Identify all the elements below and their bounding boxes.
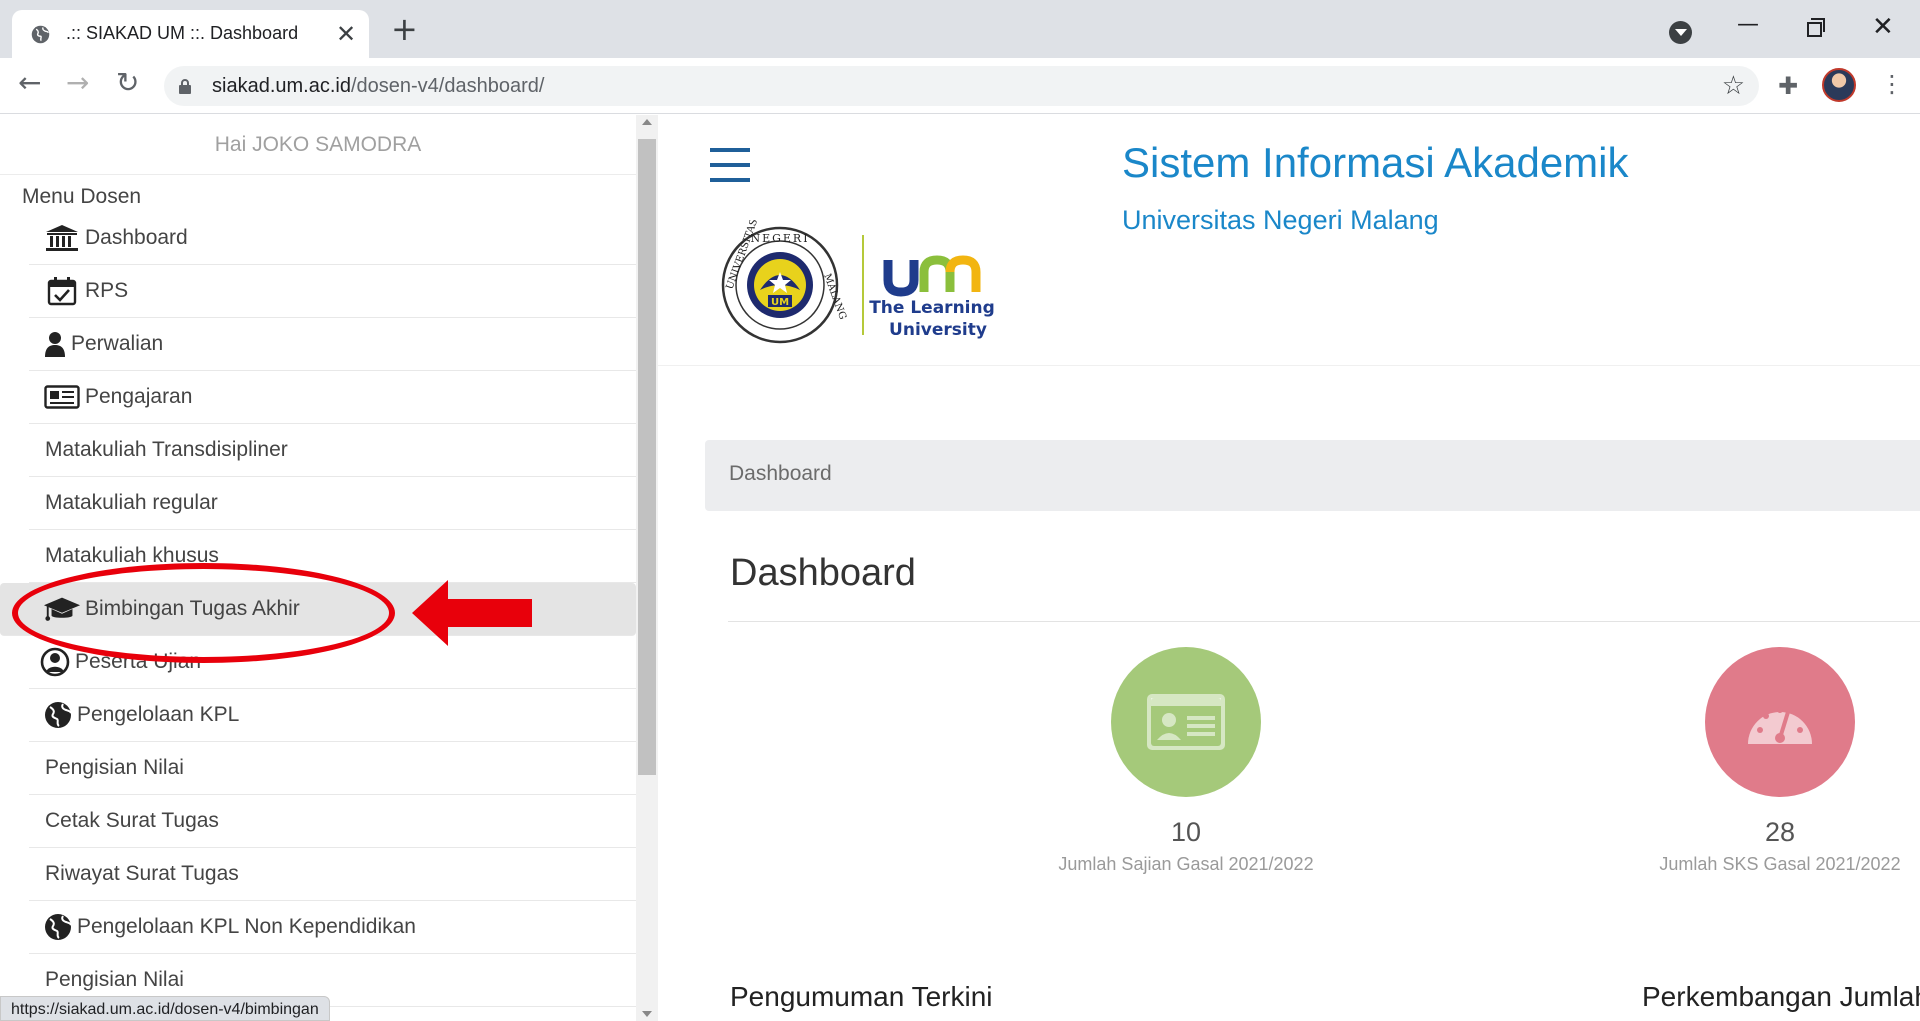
restore-icon[interactable] [1807,18,1825,37]
sidebar-item-perwalian[interactable]: Perwalian [29,318,636,371]
um-logo: NEGERI UNIVERSITAS MALANG UM The Learnin… [721,220,995,344]
progress-heading: Perkembangan Jumlah S [1642,981,1920,1012]
scroll-up-icon[interactable] [642,119,652,125]
logo-tagline-1: The Learning [869,298,995,318]
window-close-icon[interactable]: ✕ [1872,12,1894,42]
greeting: Hai JOKO SAMODRA [0,115,636,175]
title-divider [728,621,1920,622]
minimize-icon[interactable]: — [1737,12,1759,37]
browser-toolbar: ← → ↻ siakad.um.ac.id/dosen-v4/dashboard… [0,58,1920,114]
sidebar-item-regular[interactable]: Matakuliah regular [29,477,636,530]
kebab-menu-icon[interactable]: ⋮ [1880,70,1904,98]
app-subtitle: Universitas Negeri Malang [1122,205,1439,235]
main-content: NEGERI UNIVERSITAS MALANG UM The Learnin… [658,115,1920,1021]
speedometer-icon [1748,707,1812,744]
url-text: siakad.um.ac.id/dosen-v4/dashboard/ [212,75,545,97]
stat-value: 28 [1764,817,1796,847]
calendar-check-icon [43,276,81,306]
stat-circle [1111,647,1261,797]
forward-arrow-icon[interactable]: → [66,68,89,98]
tab-close-icon[interactable]: ✕ [336,20,356,48]
sidebar-item-riwayat-surat-tugas[interactable]: Riwayat Surat Tugas [29,848,636,901]
tab-search-icon[interactable] [1669,21,1692,44]
globe-icon [43,912,73,942]
bookmark-star-icon[interactable]: ☆ [1722,71,1745,101]
stat-label: Jumlah SKS Gasal 2021/2022 [1659,854,1901,874]
globe-icon [31,25,50,44]
user-circle-icon [39,647,71,677]
lock-icon [179,79,191,94]
new-tab-icon[interactable]: + [391,13,418,45]
announcements-heading: Pengumuman Terkini [730,981,993,1012]
breadcrumb-item[interactable]: Dashboard [729,462,832,486]
page-title: Dashboard [730,552,916,594]
extensions-puzzle-icon[interactable]: ✚ [1778,72,1798,100]
header-divider [658,365,1920,366]
scrollbar-thumb[interactable] [638,139,656,775]
stat-value: 10 [1170,817,1202,847]
stat-sajian: 10 Jumlah Sajian Gasal 2021/2022 [1026,647,1346,875]
hamburger-menu-icon[interactable] [710,148,750,186]
sidebar-item-cetak-surat-tugas[interactable]: Cetak Surat Tugas [29,795,636,848]
logo-tagline-2: University [889,320,987,340]
sidebar-item-pengajaran[interactable]: Pengajaran [29,371,636,424]
sidebar-item-pengisian-nilai[interactable]: Pengisian Nilai [29,742,636,795]
user-icon [43,329,67,359]
app-title: Sistem Informasi Akademik [1122,139,1629,186]
tab-title: .:: SIAKAD UM ::. Dashboard [66,23,299,43]
sidebar: Hai JOKO SAMODRA Menu Dosen Dashboard RP… [0,115,636,1021]
sidebar-menu: Dashboard RPS Perwalian Pengajaran Matak… [0,212,636,1007]
breadcrumb: Dashboard [705,440,1920,511]
newspaper-icon [43,382,81,412]
graduation-cap-icon [43,594,81,624]
svg-text:UM: UM [771,297,789,308]
browser-tab[interactable]: .:: SIAKAD UM ::. Dashboard ✕ [12,10,369,58]
stat-sks: 28 Jumlah SKS Gasal 2021/2022 [1620,647,1920,875]
stat-circle [1705,647,1855,797]
sidebar-item-transdisipliner[interactable]: Matakuliah Transdisipliner [29,424,636,477]
id-card-icon [1147,694,1225,750]
sidebar-item-kpl-non-kependidikan[interactable]: Pengelolaan KPL Non Kependidikan [29,901,636,954]
sidebar-scrollbar[interactable] [636,115,658,1021]
stat-label: Jumlah Sajian Gasal 2021/2022 [1058,854,1314,874]
status-bar-url: https://siakad.um.ac.id/dosen-v4/bimbing… [0,996,330,1021]
menu-heading: Menu Dosen [22,185,142,208]
sidebar-item-peserta-ujian[interactable]: Peserta Ujian [29,636,636,689]
svg-text:NEGERI: NEGERI [750,232,809,245]
bank-icon [43,223,81,253]
sidebar-item-khusus[interactable]: Matakuliah khusus [29,530,636,583]
back-arrow-icon[interactable]: ← [18,68,41,98]
sidebar-item-bimbingan[interactable]: Bimbingan Tugas Akhir [0,583,636,636]
profile-avatar[interactable] [1822,68,1856,102]
browser-tab-bar: .:: SIAKAD UM ::. Dashboard ✕ + — ✕ [0,0,1920,58]
sidebar-item-dashboard[interactable]: Dashboard [29,212,636,265]
reload-icon[interactable]: ↻ [116,68,139,98]
scroll-down-icon[interactable] [642,1011,652,1017]
sidebar-item-rps[interactable]: RPS [29,265,636,318]
sidebar-item-kpl[interactable]: Pengelolaan KPL [29,689,636,742]
globe-icon [43,700,73,730]
address-bar[interactable]: siakad.um.ac.id/dosen-v4/dashboard/ ☆ [164,66,1759,106]
